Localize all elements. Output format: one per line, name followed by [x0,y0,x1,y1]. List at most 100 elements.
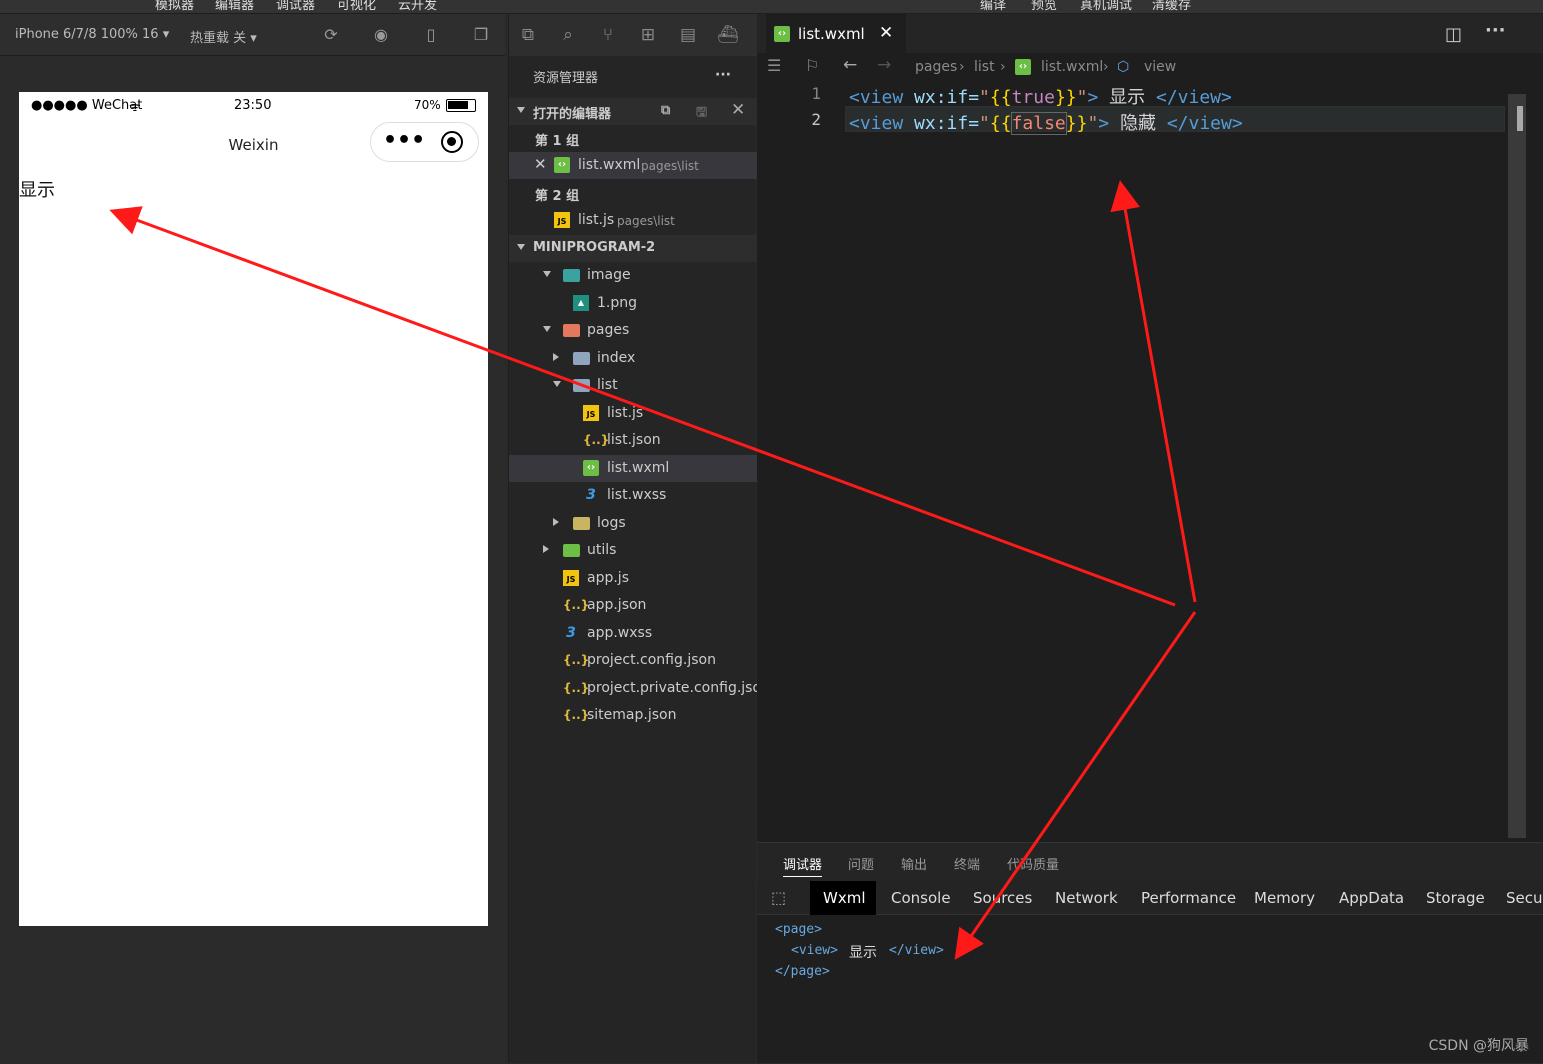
tab-security[interactable]: Secur [1506,889,1543,907]
inspect-icon[interactable]: ⬚ [771,888,786,907]
tab-appdata[interactable]: AppData [1339,889,1404,907]
menu-debugger[interactable]: 调试器 [276,0,315,13]
menu-visual[interactable]: 可视化 [337,0,376,13]
file-tree-item[interactable]: JSlist.js [509,400,757,427]
menu-clear-cache[interactable]: 清缓存 [1152,0,1191,13]
stop-icon[interactable]: ◉ [371,25,391,45]
file-tree-item[interactable]: logs [509,510,757,537]
menu-editor[interactable]: 编辑器 [215,0,254,13]
file-tree-item[interactable]: index [509,345,757,372]
chevron-down-icon[interactable] [543,271,551,277]
code-area[interactable]: 1 2 <view wx:if="{{true}}"> 显示 </view> <… [757,80,1543,842]
tab-wxml[interactable]: Wxml [823,889,866,907]
files-icon[interactable]: ⧉ [517,24,539,46]
tab-console[interactable]: Console [891,889,951,907]
file-tree-item[interactable]: {..}project.private.config.json [509,675,757,702]
menu-real-device-debug[interactable]: 真机调试 [1080,0,1132,13]
open-editors-section[interactable]: 打开的编辑器 ⧉ 🖫 ✕ [509,98,757,125]
more-dots-icon[interactable]: ••• [383,128,425,153]
file-tree-label: project.private.config.json [587,680,770,696]
breadcrumb-pages[interactable]: pages [915,59,957,75]
json-file-icon: {..} [563,680,579,696]
tab-memory[interactable]: Memory [1254,889,1315,907]
chevron-down-icon[interactable] [553,381,561,387]
more-actions-icon[interactable]: ··· [1485,20,1506,41]
phone-icon[interactable]: ▯ [421,25,441,45]
split-editor-icon[interactable]: ◫ [1445,24,1462,45]
tab-storage[interactable]: Storage [1426,889,1485,907]
tab-network[interactable]: Network [1055,889,1118,907]
file-tree-item[interactable]: {..}project.config.json [509,647,757,674]
editor-scrollbar[interactable] [1508,94,1526,838]
tab-code-quality[interactable]: 代码质量 [1007,854,1059,873]
open-editor-list-js[interactable]: JS list.js pages\list [509,207,757,234]
source-control-icon[interactable]: ⑂ [597,24,619,46]
menu-preview[interactable]: 预览 [1031,0,1057,13]
json-file-icon: {..} [563,707,579,723]
tab-sources[interactable]: Sources [973,889,1032,907]
tab-debugger[interactable]: 调试器 [783,854,822,877]
file-tree-item[interactable]: {..}sitemap.json [509,702,757,729]
back-icon[interactable]: ← [843,55,857,75]
file-tree-item[interactable]: {..} list.json [509,427,757,454]
close-editor-icon[interactable]: ✕ [534,155,547,173]
file-tree-item[interactable]: ▲1.png [509,290,757,317]
file-tree-item[interactable]: {..}app.json [509,592,757,619]
menu-simulator[interactable]: 模拟器 [155,0,194,13]
project-section[interactable]: MINIPROGRAM-2 [509,235,757,262]
docker-icon[interactable]: ⛴ [717,24,739,46]
menu-compile[interactable]: 编译 [980,0,1006,13]
hot-reload-toggle[interactable]: 热重载 关 ▾ [190,27,257,46]
menu-cloud[interactable]: 云开发 [398,0,437,13]
tab-problems[interactable]: 问题 [848,854,874,873]
close-tab-icon[interactable]: ✕ [879,23,893,43]
dom-page-open[interactable]: <page> [775,922,822,937]
file-tree-item[interactable]: pages [509,317,757,344]
breadcrumb-file[interactable]: list.wxml [1041,59,1103,75]
breadcrumb-list[interactable]: list [974,59,995,75]
open-editor-list-wxml[interactable]: ✕ ‹› list.wxml pages\list [509,152,757,179]
tab-terminal[interactable]: 终端 [954,854,980,873]
chevron-right-icon[interactable] [553,353,559,361]
file-tree-item[interactable]: list [509,372,757,399]
chevron-down-icon[interactable] [543,326,551,332]
js-file-icon: JS [563,570,579,586]
device-selector[interactable]: iPhone 6/7/8 100% 16 ▾ [15,27,169,42]
tab-output[interactable]: 输出 [901,854,927,873]
breadcrumb-view[interactable]: view [1144,59,1176,75]
refresh-icon[interactable]: ⟳ [321,25,341,45]
file-tree-label: app.wxss [587,625,652,641]
file-tree-item[interactable]: image [509,262,757,289]
minimap-slider[interactable] [1517,106,1523,131]
search-icon[interactable]: ⌕ [557,24,579,46]
debug-icon[interactable]: ▤ [677,24,699,46]
new-group-icon[interactable]: ⧉ [661,103,670,118]
close-target-icon[interactable] [441,131,463,153]
bookmark-icon[interactable]: ⚐ [805,56,819,75]
explorer-more-icon[interactable]: ··· [715,67,731,83]
outline-icon[interactable]: ☰ [767,56,781,75]
chevron-right-icon[interactable] [543,545,549,553]
close-all-icon[interactable]: ✕ [731,100,745,120]
simulator-toolbar: iPhone 6/7/8 100% 16 ▾ 热重载 关 ▾ ⟳ ◉ ▯ ❐ [0,14,505,56]
file-tree-item[interactable]: utils [509,537,757,564]
file-tree-item[interactable]: 3app.wxss [509,620,757,647]
file-tree-item[interactable]: ‹›list.wxml [509,455,757,482]
file-tree-label: list.json [607,432,661,448]
file-tree-label: 1.png [597,295,637,311]
dom-view-open[interactable]: <view> [791,943,838,958]
tab-performance[interactable]: Performance [1141,889,1236,907]
status-bar: ●●●●● WeChat ᯤ 23:50 70% [19,92,488,120]
file-tree-item[interactable]: JSapp.js [509,565,757,592]
activity-bar: ⧉ ⌕ ⑂ ⊞ ▤ ⛴ [509,14,757,56]
save-all-icon[interactable]: 🖫 [696,103,707,125]
forward-icon[interactable]: → [877,55,891,75]
extensions-icon[interactable]: ⊞ [637,24,659,46]
chevron-right-icon[interactable] [553,518,559,526]
capsule-menu[interactable]: ••• [370,122,479,162]
tab-list-wxml[interactable]: ‹› list.wxml ✕ [766,14,906,53]
file-tree-item[interactable]: 3list.wxss [509,482,757,509]
window-icon[interactable]: ❐ [471,25,491,45]
json-file-icon: {..} [583,432,599,448]
line-number: 2 [797,110,821,129]
